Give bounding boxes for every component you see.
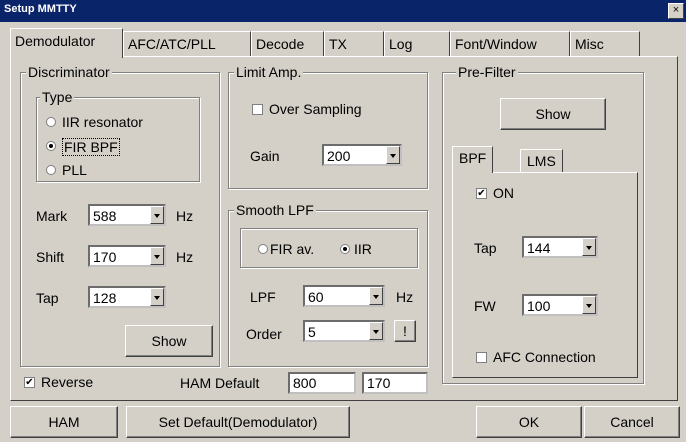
fw-select[interactable]: 100 <box>522 294 598 316</box>
bpf-on-label: ON <box>493 185 514 201</box>
ham-default-shift-field[interactable]: 170 <box>362 372 428 394</box>
afc-connection-label: AFC Connection <box>493 349 596 365</box>
smooth-lpf-title: Smooth LPF <box>234 202 316 218</box>
radio-fir-bpf[interactable] <box>46 141 56 151</box>
bpf-on-checkbox[interactable]: ✔ <box>476 188 487 199</box>
order-value: 5 <box>308 324 316 340</box>
set-default-button[interactable]: Set Default(Demodulator) <box>126 406 350 438</box>
subtab-lms[interactable]: LMS <box>520 149 563 173</box>
lpf-unit: Hz <box>396 289 414 305</box>
radio-fir-bpf-label: FIR BPF <box>62 138 120 156</box>
radio-iir[interactable] <box>340 244 350 254</box>
gain-label: Gain <box>250 148 280 164</box>
mark-select[interactable]: 588 <box>88 204 166 226</box>
bpf-tap-select[interactable]: 144 <box>522 236 598 258</box>
tab-log[interactable]: Log <box>384 31 450 57</box>
radio-iir-label: IIR <box>354 241 372 257</box>
radio-iir-resonator[interactable] <box>46 117 56 127</box>
discriminator-show-button[interactable]: Show <box>125 325 213 357</box>
radio-fir-av[interactable] <box>258 244 268 254</box>
lpf-select[interactable]: 60 <box>303 285 385 307</box>
fw-label: FW <box>474 298 496 314</box>
ham-default-label: HAM Default <box>180 375 260 391</box>
radio-pll-label: PLL <box>62 162 87 178</box>
tab-demodulator[interactable]: Demodulator <box>10 28 123 58</box>
subtab-bpf[interactable]: BPF <box>452 146 494 173</box>
gain-select[interactable]: 200 <box>322 144 402 166</box>
bpf-tap-label: Tap <box>474 240 497 256</box>
ok-button[interactable]: OK <box>476 406 582 438</box>
chevron-down-icon[interactable] <box>369 287 383 305</box>
title-bar: Setup MMTTY × <box>0 0 686 22</box>
order-select[interactable]: 5 <box>303 320 385 342</box>
tab-font-window[interactable]: Font/Window <box>450 31 570 57</box>
close-icon: × <box>672 4 680 16</box>
tap-select[interactable]: 128 <box>88 286 166 308</box>
tab-decode[interactable]: Decode <box>251 31 324 57</box>
check-icon: ✔ <box>25 377 34 388</box>
order-label: Order <box>246 326 282 342</box>
type-title: Type <box>40 89 75 105</box>
mark-unit: Hz <box>176 208 194 224</box>
chevron-down-icon[interactable] <box>150 247 164 265</box>
pre-filter-title: Pre-Filter <box>456 64 518 80</box>
radio-fir-av-label: FIR av. <box>270 241 315 257</box>
tab-misc[interactable]: Misc <box>570 31 640 57</box>
lpf-label: LPF <box>250 289 276 305</box>
afc-connection-checkbox[interactable] <box>476 352 487 363</box>
bpf-panel <box>452 172 638 378</box>
over-sampling-checkbox[interactable] <box>252 104 263 115</box>
bpf-tap-value: 144 <box>527 240 551 256</box>
discriminator-title: Discriminator <box>26 64 112 80</box>
chevron-down-icon[interactable] <box>386 146 400 164</box>
lpf-value: 60 <box>308 289 324 305</box>
shift-label: Shift <box>36 249 65 265</box>
tap-value: 128 <box>93 290 117 306</box>
lpf-help-button[interactable]: ! <box>394 320 416 342</box>
chevron-down-icon[interactable] <box>582 296 596 314</box>
tab-afc-atc-pll[interactable]: AFC/ATC/PLL <box>123 31 251 57</box>
cancel-button[interactable]: Cancel <box>584 406 680 438</box>
chevron-down-icon[interactable] <box>582 238 596 256</box>
tab-tx[interactable]: TX <box>324 31 384 57</box>
mark-label: Mark <box>36 208 68 224</box>
gain-value: 200 <box>327 148 351 164</box>
radio-iir-resonator-label: IIR resonator <box>62 114 143 130</box>
chevron-down-icon[interactable] <box>150 288 164 306</box>
limit-amp-title: Limit Amp. <box>234 64 304 80</box>
limit-amp-group <box>228 72 428 189</box>
check-icon: ✔ <box>477 188 486 199</box>
tap-label: Tap <box>36 290 59 306</box>
fw-value: 100 <box>527 298 551 314</box>
window-title: Setup MMTTY <box>4 3 77 15</box>
shift-value: 170 <box>93 249 117 265</box>
radio-pll[interactable] <box>46 165 56 175</box>
shift-select[interactable]: 170 <box>88 245 166 267</box>
reverse-checkbox[interactable]: ✔ <box>24 377 35 388</box>
pre-filter-show-button[interactable]: Show <box>500 98 606 130</box>
chevron-down-icon[interactable] <box>369 322 383 340</box>
reverse-label: Reverse <box>41 374 94 390</box>
ham-default-mark-field[interactable]: 800 <box>288 372 356 394</box>
over-sampling-label: Over Sampling <box>269 101 362 117</box>
chevron-down-icon[interactable] <box>150 206 164 224</box>
mark-value: 588 <box>93 208 117 224</box>
close-button[interactable]: × <box>668 3 684 19</box>
ham-button[interactable]: HAM <box>10 406 118 438</box>
shift-unit: Hz <box>176 249 194 265</box>
